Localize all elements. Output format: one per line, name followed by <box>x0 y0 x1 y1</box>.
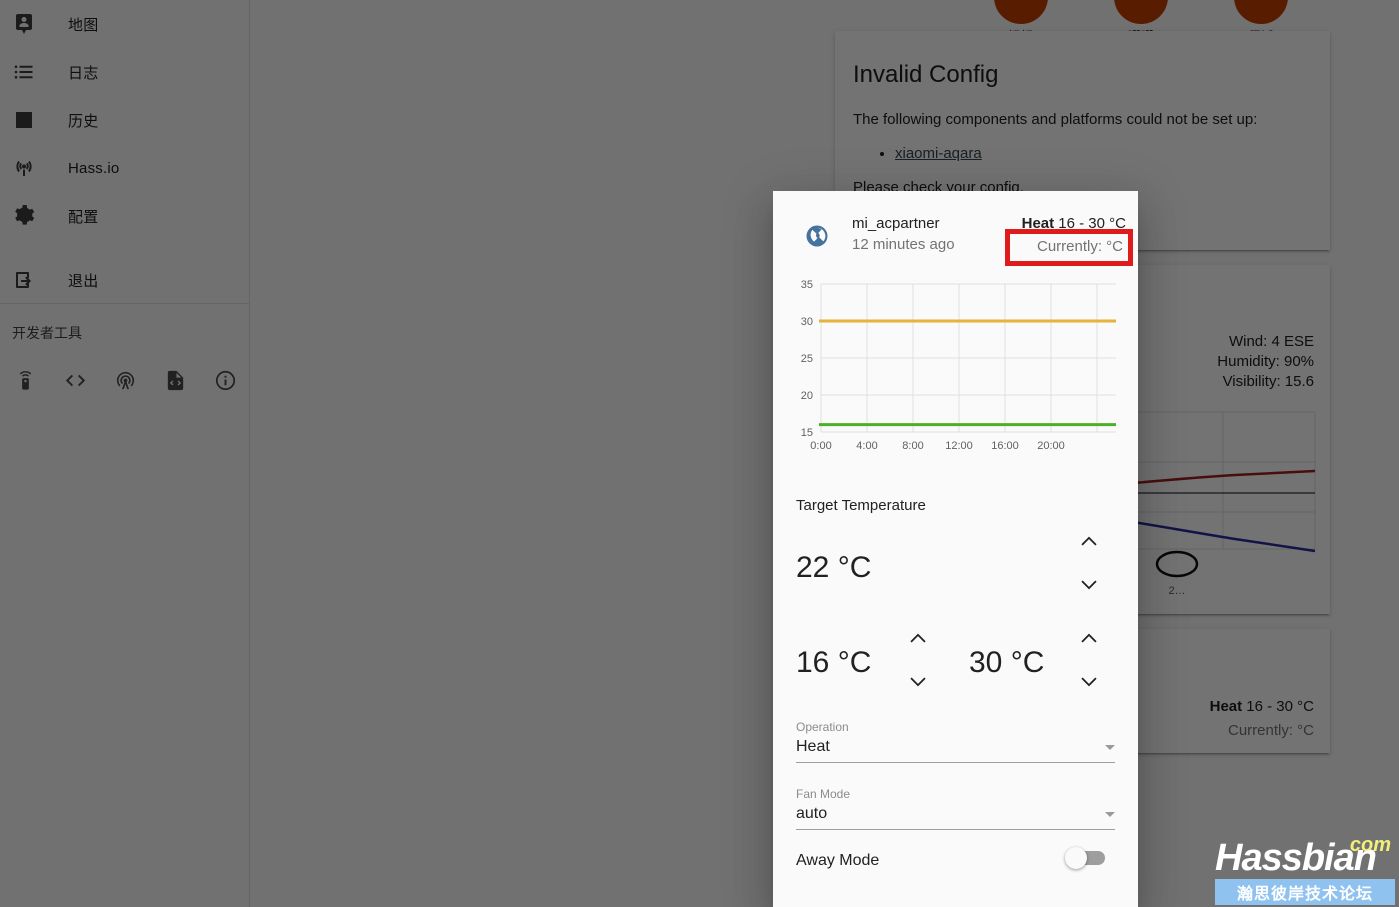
highlight-annotation-box <box>1005 229 1133 266</box>
chevron-down-icon[interactable] <box>1069 569 1109 603</box>
operation-value-row[interactable]: Heat <box>796 738 1115 763</box>
target-temperature-low-stepper[interactable] <box>898 620 938 700</box>
watermark-subtitle: 瀚思彼岸技术论坛 <box>1215 879 1395 905</box>
y-tick-label: 30 <box>801 316 813 328</box>
away-mode-toggle[interactable] <box>1065 847 1105 869</box>
x-tick-label: 20:00 <box>1037 440 1065 452</box>
more-info-dialog: mi_acpartner 12 minutes ago Heat 16 - 30… <box>773 191 1138 907</box>
target-temperature-label: Target Temperature <box>796 497 926 514</box>
y-tick-label: 15 <box>801 427 813 439</box>
thermostat-icon <box>805 224 829 248</box>
chevron-down-icon[interactable] <box>1105 745 1115 750</box>
app-root: 妈妈 珊珊 程诚 Invalid Config The following co… <box>0 0 1399 907</box>
y-tick-label: 25 <box>801 353 813 365</box>
x-tick-label: 4:00 <box>856 440 877 452</box>
x-tick-label: 0:00 <box>810 440 831 452</box>
x-tick-label: 16:00 <box>991 440 1019 452</box>
operation-select[interactable]: Operation Heat <box>796 720 1115 763</box>
target-temperature-high-stepper[interactable] <box>1069 620 1109 700</box>
away-mode-label: Away Mode <box>796 852 880 869</box>
chevron-up-icon[interactable] <box>898 620 938 654</box>
entity-name: mi_acpartner <box>852 215 940 232</box>
x-tick-label: 12:00 <box>945 440 973 452</box>
y-tick-label: 35 <box>801 279 813 291</box>
target-temperature-high-value: 30 °C <box>969 646 1045 679</box>
target-temperature-history-chart: 35 30 25 20 15 0:00 4:00 8:00 12:00 16:0… <box>801 279 1116 452</box>
chevron-down-icon[interactable] <box>1069 666 1109 700</box>
toggle-knob <box>1065 847 1087 869</box>
operation-label: Operation <box>796 720 849 734</box>
fan-mode-label: Fan Mode <box>796 787 851 801</box>
target-temperature-low-value: 16 °C <box>796 646 872 679</box>
fan-mode-value-row[interactable]: auto <box>796 805 1115 830</box>
x-tick-label: 8:00 <box>902 440 923 452</box>
y-tick-label: 20 <box>801 390 813 402</box>
fan-mode-value: auto <box>796 805 828 822</box>
target-temperature-stepper[interactable] <box>1069 523 1109 603</box>
operation-value: Heat <box>796 738 830 755</box>
chevron-up-icon[interactable] <box>1069 620 1109 654</box>
fan-mode-select[interactable]: Fan Mode auto <box>796 787 1115 830</box>
chevron-down-icon[interactable] <box>1105 812 1115 817</box>
target-temperature-value: 22 °C <box>796 551 872 584</box>
modal-scrim[interactable] <box>0 0 1399 907</box>
chevron-up-icon[interactable] <box>1069 523 1109 557</box>
entity-last-changed: 12 minutes ago <box>852 236 955 253</box>
watermark-tld-text: com <box>1349 834 1391 856</box>
chevron-down-icon[interactable] <box>898 666 938 700</box>
watermark: Hassbian com 瀚思彼岸技术论坛 <box>1215 834 1395 905</box>
